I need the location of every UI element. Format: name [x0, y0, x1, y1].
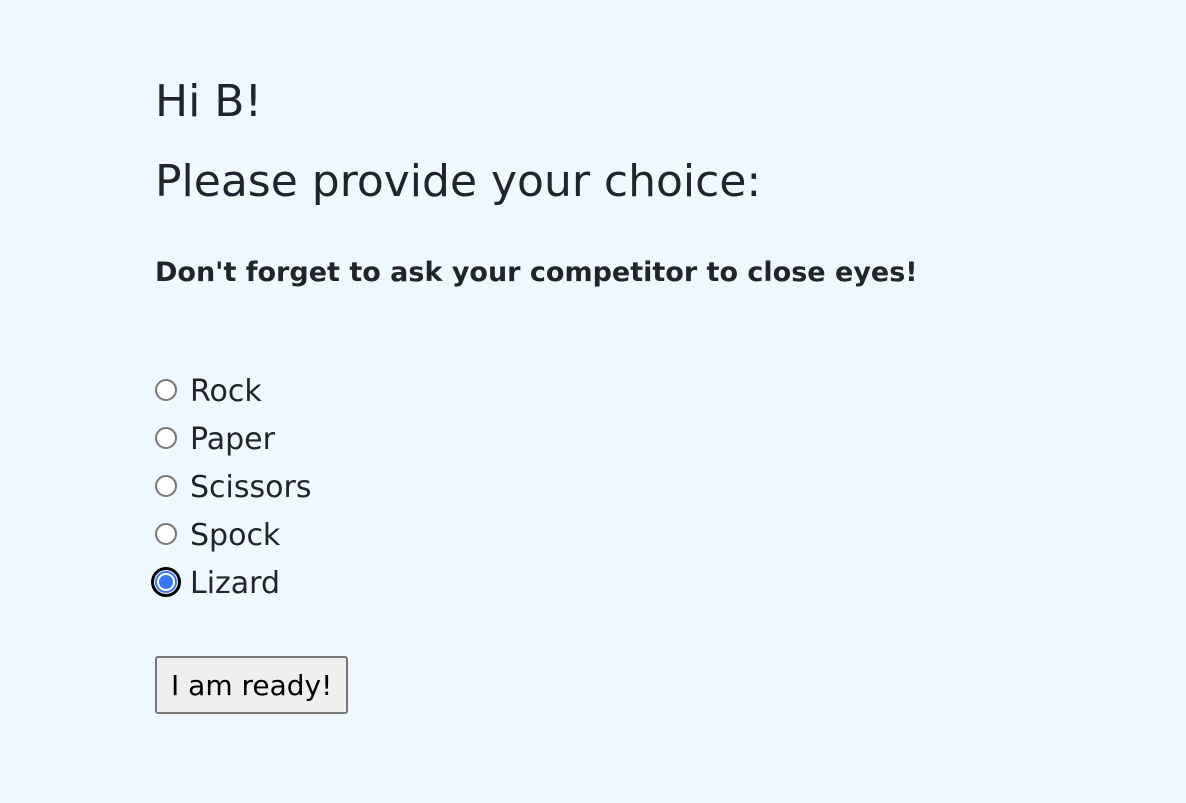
warning-text: Don't forget to ask your competitor to c…	[155, 257, 918, 288]
radio-paper[interactable]	[155, 427, 177, 449]
greeting-heading: Hi B!	[155, 76, 263, 127]
radio-rock[interactable]	[155, 379, 177, 401]
option-label-spock: Spock	[190, 518, 281, 553]
radio-spock[interactable]	[155, 523, 177, 545]
radio-lizard[interactable]	[151, 567, 181, 597]
ready-button[interactable]: I am ready!	[155, 656, 349, 714]
option-label-lizard: Lizard	[190, 566, 281, 601]
radio-scissors[interactable]	[155, 475, 177, 497]
option-label-paper: Paper	[190, 422, 275, 457]
option-label-scissors: Scissors	[190, 470, 312, 505]
prompt-heading: Please provide your choice:	[155, 156, 762, 207]
option-label-rock: Rock	[190, 374, 262, 409]
